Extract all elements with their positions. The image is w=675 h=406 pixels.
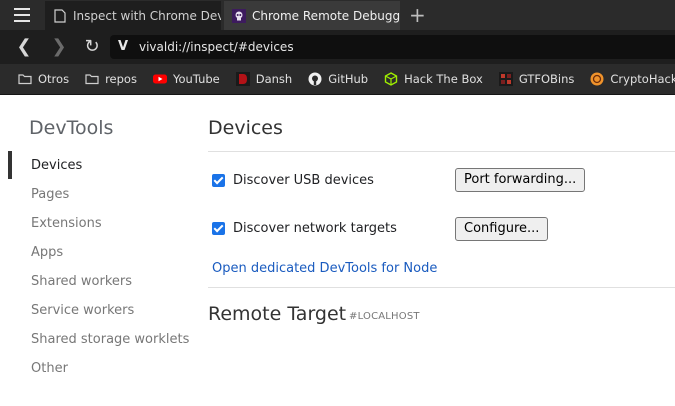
url-field[interactable]: V vivaldi://inspect/#devices	[110, 35, 675, 59]
sidebar-item-devices[interactable]: Devices	[31, 158, 82, 173]
discover-network-option[interactable]: Discover network targets	[212, 221, 397, 236]
active-indicator	[8, 151, 12, 179]
bookmark-label: YouTube	[172, 72, 220, 86]
bookmark-label: repos	[105, 72, 137, 86]
sidebar-item-apps[interactable]: Apps	[31, 245, 63, 260]
bookmark-label: Otros	[38, 72, 70, 86]
vivaldi-logo-icon: V	[118, 39, 129, 54]
sidebar-item-shared-storage-worklets[interactable]: Shared storage worklets	[31, 332, 189, 347]
tab-inspect[interactable]: Inspect with Chrome Develo	[45, 1, 221, 30]
address-bar: ❮ ❯ ↻ V vivaldi://inspect/#devices	[0, 30, 675, 64]
bookmark-repos[interactable]: repos	[85, 72, 137, 86]
bookmark-youtube[interactable]: YouTube	[152, 72, 220, 86]
bookmark-label: GTFOBins	[518, 72, 575, 86]
cryptohack-icon	[590, 72, 604, 86]
sidebar-item-service-workers[interactable]: Service workers	[31, 303, 134, 318]
sidebar-item-extensions[interactable]: Extensions	[31, 216, 102, 231]
bookmark-label: CryptoHack	[610, 72, 675, 86]
discover-network-checkbox[interactable]	[212, 222, 225, 235]
discover-usb-option[interactable]: Discover USB devices	[212, 173, 374, 188]
heading-divider	[208, 151, 675, 152]
menu-icon[interactable]	[14, 8, 30, 22]
forward-icon[interactable]: ❯	[49, 36, 69, 58]
hackthebox-icon	[384, 72, 398, 86]
back-icon[interactable]: ❮	[14, 36, 34, 58]
configure-button[interactable]: Configure...	[455, 217, 549, 241]
bookmark-label: Hack The Box	[404, 72, 483, 86]
discover-usb-label: Discover USB devices	[233, 173, 374, 188]
bookmark-label: GitHub	[328, 72, 369, 86]
devices-panel: Devices Discover USB devices Port forwar…	[190, 95, 675, 406]
bookmark-gtfobins[interactable]: GTFOBins	[498, 72, 575, 86]
bookmarks-bar: Otros repos YouTube Dansh GitHub Hack Th…	[0, 64, 675, 94]
sidebar-item-pages[interactable]: Pages	[31, 187, 69, 202]
youtube-icon	[152, 74, 167, 84]
gtfobins-icon	[498, 72, 513, 86]
sidebar-item-other[interactable]: Other	[31, 361, 68, 376]
bookmark-cryptohack[interactable]: CryptoHack	[590, 72, 675, 86]
bookmark-label: Dansh	[255, 72, 293, 86]
folder-icon	[18, 74, 32, 85]
open-node-devtools-link[interactable]: Open dedicated DevTools for Node	[212, 261, 437, 276]
devtools-sidebar: DevTools Devices Pages Extensions Apps S…	[0, 95, 190, 406]
new-tab-button[interactable]: +	[409, 3, 426, 27]
page-icon	[54, 8, 66, 23]
url-text[interactable]: vivaldi://inspect/#devices	[139, 40, 294, 54]
bookmark-otros[interactable]: Otros	[18, 72, 69, 86]
tab-title: Chrome Remote Debugg...	[252, 8, 400, 23]
sidebar-title: DevTools	[29, 117, 114, 139]
folder-icon	[85, 74, 99, 85]
bookmark-github[interactable]: GitHub	[308, 72, 368, 86]
bookmark-hackthebox[interactable]: Hack The Box	[384, 72, 483, 86]
tab-title: Inspect with Chrome Develo	[73, 8, 221, 23]
reload-icon[interactable]: ↻	[82, 36, 102, 58]
dansh-icon	[235, 72, 250, 86]
remote-target-heading: Remote Target	[208, 303, 347, 325]
port-forwarding-button[interactable]: Port forwarding...	[455, 168, 586, 192]
sidebar-item-shared-workers[interactable]: Shared workers	[31, 274, 132, 289]
github-icon	[308, 72, 322, 86]
tab-remote-debugging[interactable]: Chrome Remote Debugg...	[224, 1, 400, 30]
remote-target-subtitle: #LOCALHOST	[349, 311, 420, 322]
section-divider	[208, 287, 675, 288]
page-title: Devices	[208, 117, 283, 139]
tab-strip: Inspect with Chrome Develo Chrome Remote…	[0, 0, 675, 30]
skull-favicon-icon	[232, 8, 246, 23]
discover-usb-checkbox[interactable]	[212, 174, 225, 187]
bookmark-dansh[interactable]: Dansh	[235, 72, 293, 86]
discover-network-label: Discover network targets	[233, 221, 397, 236]
